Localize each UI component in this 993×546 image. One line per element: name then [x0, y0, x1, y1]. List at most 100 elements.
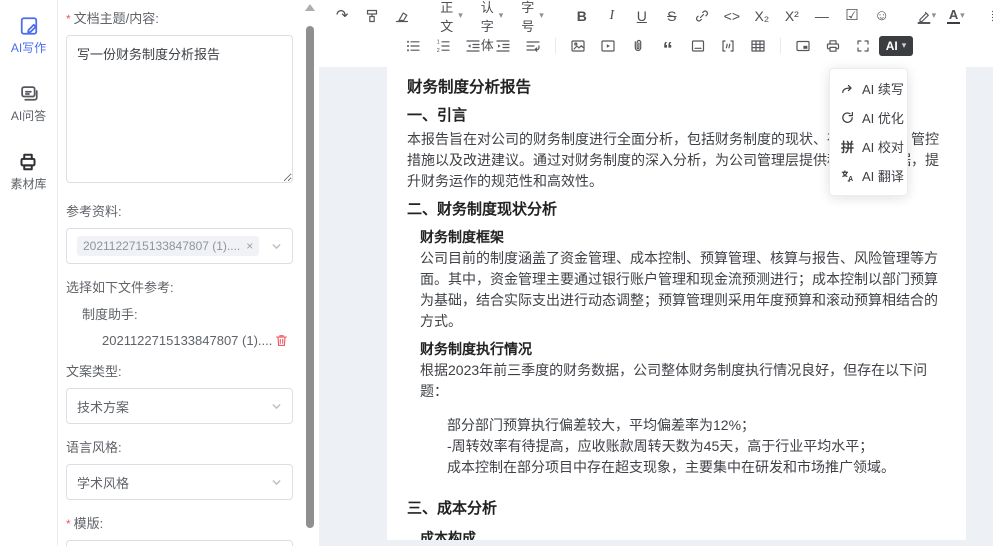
copy-type-label: 文案类型: — [66, 361, 293, 380]
assistant-label: 制度助手: — [82, 304, 293, 323]
outdent-icon[interactable] — [459, 34, 487, 57]
fullscreen-icon[interactable] — [849, 34, 877, 57]
doc-paragraph: 公司目前的制度涵盖了资金管理、成本控制、预算管理、核算与报告、风险管理等方面。其… — [420, 248, 946, 332]
editor-toolbar: ↶ ↷ 正文▾ 默认字体▾ 字号▾ B I U S <> X₂ X² — ☑ ☺ — [319, 0, 993, 67]
format-painter-icon[interactable] — [358, 4, 386, 27]
copy-type-value: 技术方案 — [77, 397, 129, 416]
required-mark: * — [66, 517, 71, 531]
menu-item-ai-continue[interactable]: AI 续写 — [830, 74, 907, 103]
attachment-icon[interactable] — [624, 34, 652, 57]
font-family-select[interactable]: 默认字体▾ — [473, 4, 512, 27]
image-icon[interactable] — [564, 34, 592, 57]
svg-text:1: 1 — [437, 39, 440, 45]
ai-menu-button[interactable]: AI▾ — [879, 36, 914, 56]
strikethrough-button[interactable]: S — [658, 4, 686, 27]
font-color-button[interactable]: A▾ — [942, 4, 970, 27]
indent-icon[interactable] — [489, 34, 517, 57]
doc-list-line: 部分部门预算执行偏差较大，平均偏差率为12%； — [447, 415, 946, 436]
bullet-list-icon[interactable] — [399, 34, 427, 57]
scrollbar-thumb[interactable] — [306, 26, 314, 528]
chevron-down-icon — [271, 241, 282, 252]
doc-subheading: 财务制度执行情况 — [420, 339, 946, 360]
inline-code-button[interactable]: <> — [718, 4, 746, 27]
eraser-icon[interactable] — [388, 4, 416, 27]
reference-tag: 2021122715133847807 (1).... × — [77, 236, 259, 256]
ai-actions-menu: AI 续写 AI 优化 拼 AI 校对 A AI 翻译 — [829, 68, 908, 196]
sidebar-item-label: 素材库 — [10, 175, 46, 192]
sidebar-item-label: AI写作 — [11, 39, 46, 56]
font-size-select[interactable]: 字号▾ — [513, 4, 552, 27]
code-block-icon[interactable] — [714, 34, 742, 57]
doc-heading: 二、财务制度现状分析 — [407, 199, 946, 220]
card-icon[interactable] — [789, 34, 817, 57]
topic-input[interactable]: 写一份财务制度分析报告 — [66, 35, 293, 183]
chevron-down-icon — [271, 477, 282, 488]
language-style-select[interactable]: 学术风格 — [66, 464, 293, 500]
reference-file-name: 2021122715133847807 (1).... — [102, 333, 272, 348]
doc-subheading: 财务制度框架 — [420, 227, 946, 248]
doc-heading: 三、成本分析 — [407, 498, 946, 519]
menu-item-ai-proofread[interactable]: 拼 AI 校对 — [830, 132, 907, 161]
print-icon[interactable] — [819, 34, 847, 57]
material-library-icon — [18, 152, 38, 172]
template-select[interactable]: 通用模板 — [66, 540, 293, 546]
copy-type-select[interactable]: 技术方案 — [66, 388, 293, 424]
checkbox-button[interactable]: ☑ — [838, 4, 866, 27]
file-section-label: 选择如下文件参考: — [66, 277, 293, 296]
doc-subheading: 成本构成 — [420, 528, 946, 540]
superscript-button[interactable]: X² — [778, 4, 806, 27]
sidebar-item-label: AI问答 — [11, 107, 46, 124]
menu-item-ai-optimize[interactable]: AI 优化 — [830, 103, 907, 132]
underline-button[interactable]: U — [628, 4, 656, 27]
language-style-value: 学术风格 — [77, 473, 129, 492]
delete-file-icon[interactable] — [274, 333, 289, 348]
sidebar-item-ai-writing[interactable]: AI写作 — [11, 16, 46, 56]
menu-item-ai-translate[interactable]: A AI 翻译 — [830, 161, 907, 190]
panel-scrollbar — [304, 0, 316, 546]
reference-file-row: 2021122715133847807 (1).... — [102, 333, 293, 348]
ai-writing-icon — [19, 16, 39, 36]
ai-translate-icon: A — [840, 168, 855, 183]
ai-proofread-icon: 拼 — [840, 137, 855, 156]
horizontal-rule-button[interactable]: — — [808, 4, 836, 27]
reference-label: 参考资料: — [66, 201, 293, 220]
video-icon[interactable] — [594, 34, 622, 57]
scroll-up-arrow-icon[interactable] — [305, 4, 315, 11]
doc-list-line: 成本控制在部分项目中存在超支现象，主要集中在研发和市场推广领域。 — [447, 457, 946, 478]
app-window: AI写作 AI问答 素材库 *文档主题/内容: 写一份财务制度分析报告 参考资料… — [0, 0, 993, 546]
reference-select[interactable]: 2021122715133847807 (1).... × — [66, 228, 293, 264]
redo-icon[interactable]: ↷ — [328, 4, 356, 27]
toolbar-row-1: ↶ ↷ 正文▾ 默认字体▾ 字号▾ B I U S <> X₂ X² — ☑ ☺ — [323, 4, 989, 27]
emoji-button[interactable]: ☺ — [868, 4, 896, 27]
italic-button[interactable]: I — [598, 4, 626, 27]
sidebar-item-ai-qa[interactable]: AI问答 — [11, 84, 46, 124]
writing-form-panel: *文档主题/内容: 写一份财务制度分析报告 参考资料: 202112271513… — [58, 0, 319, 546]
ai-qa-icon — [19, 84, 39, 104]
toolbar-divider — [780, 38, 781, 54]
line-break-icon[interactable] — [519, 34, 547, 57]
subscript-button[interactable]: X₂ — [748, 4, 776, 27]
align-button[interactable]: ▾ — [986, 4, 993, 27]
language-style-label: 语言风格: — [66, 437, 293, 456]
required-mark: * — [66, 12, 71, 26]
chevron-down-icon — [271, 401, 282, 412]
reference-tag-text: 2021122715133847807 (1).... — [83, 239, 240, 253]
paragraph-style-select[interactable]: 正文▾ — [432, 4, 471, 27]
svg-text:2: 2 — [437, 48, 440, 54]
tag-close-icon[interactable]: × — [246, 239, 253, 253]
ai-optimize-icon — [840, 110, 855, 125]
sidebar-item-material-library[interactable]: 素材库 — [10, 152, 46, 192]
nav-rail: AI写作 AI问答 素材库 — [0, 0, 58, 546]
link-icon[interactable] — [688, 4, 716, 27]
blockquote-icon[interactable]: “ — [654, 30, 682, 61]
ordered-list-icon[interactable]: 12 — [429, 34, 457, 57]
toolbar-row-2: 12 “ AI▾ — [323, 30, 989, 61]
bold-button[interactable]: B — [568, 4, 596, 27]
toolbar-divider — [555, 38, 556, 54]
table-icon[interactable] — [744, 34, 772, 57]
doc-paragraph: 根据2023年前三季度的财务数据，公司整体财务制度执行情况良好，但存在以下问题： — [420, 360, 946, 402]
template-label: *模版: — [66, 513, 293, 532]
highlight-color-button[interactable]: ▾ — [912, 4, 940, 27]
divider-block-icon[interactable] — [684, 34, 712, 57]
doc-list-line: -周转效率有待提高，应收账款周转天数为45天，高于行业平均水平； — [447, 436, 946, 457]
